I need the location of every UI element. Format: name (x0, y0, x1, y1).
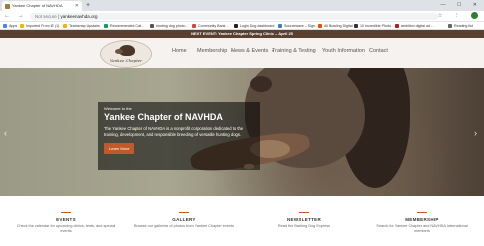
bookmark-item[interactable]: Sourcewave – Sign… (278, 22, 319, 29)
bookmark-icon (354, 24, 358, 29)
address-bar-row: ← → ⟳ Not secure | yankeenavhda.org ☆ ⋮ (0, 11, 484, 22)
menu-youth-information[interactable]: Youth Information (322, 48, 365, 54)
feature-title[interactable]: MEMBERSHIP (362, 217, 482, 222)
hero-caption: Welcome to the Yankee Chapter of NAVHDA … (98, 102, 260, 170)
feature-divider (61, 212, 71, 213)
feature-description: Read the Barking Dog Express (277, 224, 331, 228)
feature-title[interactable]: EVENTS (6, 217, 126, 222)
bookmark-item[interactable]: Teamsnap Upstairs (63, 22, 100, 29)
profile-avatar[interactable] (471, 12, 478, 20)
chevron-down-icon: ▾ (272, 48, 275, 53)
site-header: Yankee Chapter Home Membership News & Ev… (0, 38, 484, 68)
bookmark-icon (150, 24, 154, 29)
bookmark-icon (104, 24, 108, 29)
menu-membership[interactable]: Membership (197, 48, 227, 54)
logo-bird-wing (115, 49, 123, 54)
feature-title[interactable]: GALLERY (124, 217, 244, 222)
feature-divider (299, 212, 309, 213)
new-tab-button[interactable]: + (86, 1, 90, 10)
chevron-down-icon: ▾ (231, 48, 234, 53)
feature-newsletter[interactable]: NEWSLETTER Read the Barking Dog Express (244, 196, 364, 246)
bookmark-item[interactable]: Recommended Cat… (104, 22, 145, 29)
browser-tab-strip: Yankee Chapter of NAVHDA ✕ + — ☐ ✕ (0, 0, 484, 11)
feature-divider (417, 212, 427, 213)
tab-title: Yankee Chapter of NAVHDA (12, 3, 63, 8)
bookmark-icon (278, 24, 282, 29)
bookmark-item[interactable]: Apps (3, 22, 17, 29)
bookmark-item[interactable]: Imported From IE (1) (20, 22, 59, 29)
address-icons[interactable]: ☆ ⋮ (438, 12, 478, 21)
security-label[interactable]: Not secure (35, 14, 57, 19)
feature-description: Check the calendar for upcoming clinics,… (16, 224, 116, 233)
feature-title[interactable]: NEWSLETTER (244, 217, 364, 222)
bookmark-icon (234, 24, 238, 29)
favicon-icon (5, 4, 10, 9)
announcement-text[interactable]: NEXT EVENT: Yankee Chapter Spring Clinic… (0, 30, 484, 38)
bookmark-item[interactable]: Community Bank… (192, 22, 229, 29)
logo-text: Yankee Chapter (109, 58, 143, 63)
url-host: yankeenavhda.org (60, 14, 98, 19)
learn-more-button[interactable]: Learn More (104, 143, 135, 155)
bookmark-item[interactable]: ambition digital ad… (395, 22, 434, 29)
feature-events[interactable]: EVENTS Check the calendar for upcoming c… (6, 196, 126, 246)
feature-divider (179, 212, 189, 213)
feature-gallery[interactable]: GALLERY Browse our galleries of photos f… (124, 196, 244, 246)
menu-home[interactable]: Home (172, 48, 187, 54)
bookmark-item[interactable]: All Bowling Digital (318, 22, 353, 29)
feature-description: Browse our galleries of photos from Yank… (133, 224, 235, 228)
browser-tab[interactable]: Yankee Chapter of NAVHDA ✕ (2, 1, 82, 11)
slider-prev-arrow[interactable]: ‹ (4, 128, 7, 138)
close-tab-icon[interactable]: ✕ (75, 1, 79, 11)
bookmark-icon (20, 24, 24, 29)
bookmarks-bar: Apps Imported From IE (1) Teamsnap Upsta… (0, 22, 484, 30)
url-input[interactable]: Not secure | yankeenavhda.org (30, 13, 438, 20)
announcement-bar[interactable]: NEXT EVENT: Yankee Chapter Spring Clinic… (0, 30, 484, 38)
feature-description: Search for Yankee Chapter and NAVHDA Int… (376, 224, 468, 233)
bookmark-icon (3, 24, 7, 29)
bookmark-item[interactable]: 10 Incredible Photo… (354, 22, 395, 29)
bookmark-icon (448, 24, 452, 29)
bookmark-icon (63, 24, 67, 29)
window-controls[interactable]: — ☐ ✕ (441, 1, 482, 10)
hero-description: The Yankee Chapter of NAVHDA is a nonpro… (104, 126, 244, 137)
hero-welcome: Welcome to the (104, 106, 132, 111)
slider-next-arrow[interactable]: › (474, 128, 477, 138)
bookmark-icon (192, 24, 196, 29)
hero-title: Yankee Chapter of NAVHDA (104, 112, 223, 122)
bookmark-item[interactable]: Login Dog dashboard (234, 22, 274, 29)
bookmark-icon (395, 24, 399, 29)
feature-membership[interactable]: MEMBERSHIP Search for Yankee Chapter and… (362, 196, 482, 246)
bookmark-icon (318, 24, 322, 29)
site-logo[interactable]: Yankee Chapter (100, 40, 152, 68)
bookmark-item[interactable]: Reading list (448, 22, 473, 29)
menu-contact[interactable]: Contact (369, 48, 388, 54)
bookmark-item[interactable]: hunting dog photo… (150, 22, 188, 29)
hero-photo-dog-nose (250, 76, 272, 92)
star-menu-icon[interactable]: ☆ ⋮ (438, 13, 465, 19)
